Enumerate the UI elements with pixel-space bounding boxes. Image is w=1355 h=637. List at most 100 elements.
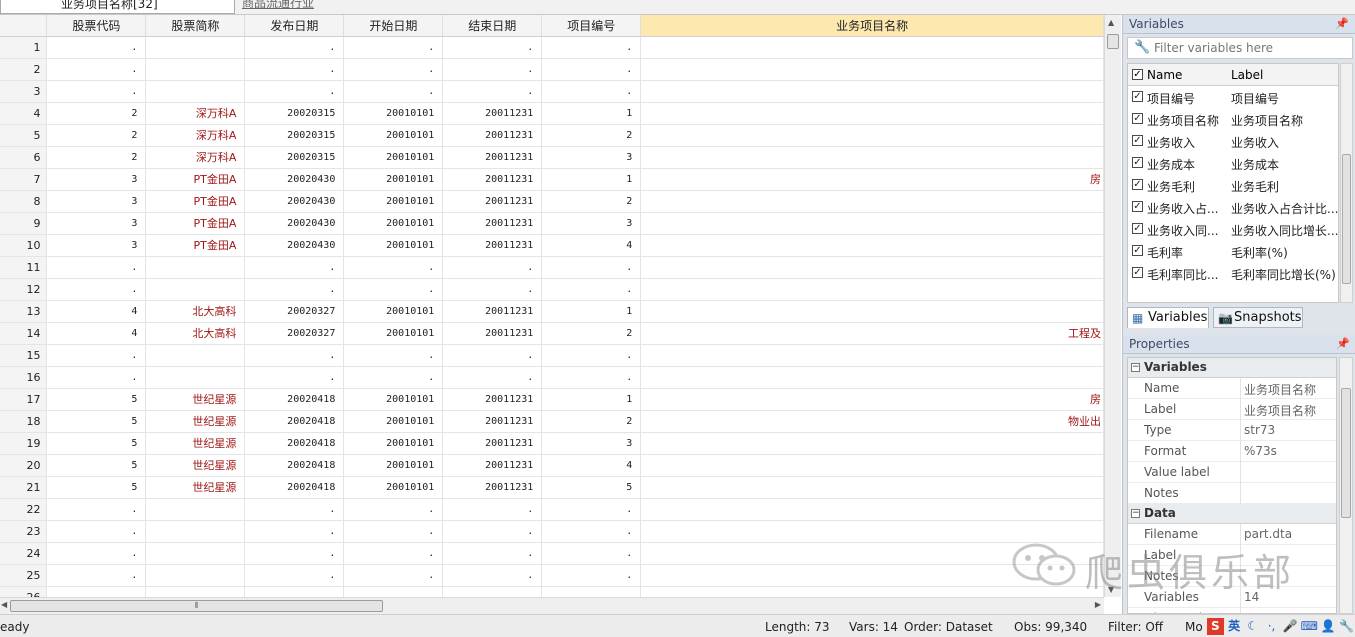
cell-stock-code[interactable]: .: [46, 366, 147, 389]
cell-stock-code[interactable]: 5: [46, 410, 147, 433]
cell-end-date[interactable]: .: [442, 278, 543, 301]
cell-start-date[interactable]: 20010101: [343, 146, 444, 169]
cell-publish-date[interactable]: 20020418: [244, 476, 345, 499]
cell-item-number[interactable]: 5: [541, 476, 642, 499]
cell-business-name[interactable]: [640, 146, 1104, 169]
cell-publish-date[interactable]: 20020430: [244, 190, 345, 213]
variable-row[interactable]: ✓ 项目编号 项目编号: [1128, 86, 1338, 108]
column-header[interactable]: 项目编号: [541, 15, 642, 37]
cell-start-date[interactable]: .: [343, 520, 444, 543]
variable-checkbox[interactable]: ✓: [1132, 179, 1143, 190]
cell-item-number[interactable]: 3: [541, 146, 642, 169]
cell-end-date[interactable]: .: [442, 80, 543, 103]
cell-start-date[interactable]: .: [343, 278, 444, 301]
cell-item-number[interactable]: .: [541, 80, 642, 103]
cell-stock-code[interactable]: .: [46, 344, 147, 367]
cell-item-number[interactable]: 2: [541, 190, 642, 213]
variable-checkbox[interactable]: ✓: [1132, 157, 1143, 168]
cell-publish-date[interactable]: 20020418: [244, 388, 345, 411]
cell-stock-name[interactable]: PT金田A: [145, 190, 246, 213]
cell-start-date[interactable]: 20010101: [343, 102, 444, 125]
cell-end-date[interactable]: .: [442, 498, 543, 521]
cell-item-number[interactable]: .: [541, 564, 642, 587]
cell-item-number[interactable]: .: [541, 278, 642, 301]
table-row[interactable]: 1.....: [0, 36, 1104, 59]
cell-stock-code[interactable]: .: [46, 542, 147, 565]
cell-item-number[interactable]: 1: [541, 388, 642, 411]
table-row[interactable]: 22.....: [0, 498, 1104, 521]
cell-item-number[interactable]: 2: [541, 410, 642, 433]
cell-item-number[interactable]: 1: [541, 102, 642, 125]
cell-business-name[interactable]: [640, 366, 1104, 389]
cell-start-date[interactable]: 20010101: [343, 322, 444, 345]
cell-end-date[interactable]: 20011231: [442, 300, 543, 323]
tab-variables[interactable]: ▦ Variables: [1127, 307, 1209, 328]
tab-snapshots[interactable]: 📷 Snapshots: [1213, 307, 1303, 328]
table-row[interactable]: 15.....: [0, 344, 1104, 367]
cell-start-date[interactable]: 20010101: [343, 300, 444, 323]
cell-business-name[interactable]: 房: [640, 388, 1104, 411]
cell-end-date[interactable]: .: [442, 256, 543, 279]
scroll-thumb[interactable]: ⦀: [10, 600, 383, 612]
cell-stock-code[interactable]: .: [46, 586, 147, 597]
variable-row[interactable]: ✓ 业务成本 业务成本: [1128, 152, 1338, 174]
cell-start-date[interactable]: 20010101: [343, 190, 444, 213]
cell-stock-code[interactable]: .: [46, 520, 147, 543]
cell-stock-name[interactable]: [145, 520, 246, 543]
cell-item-number[interactable]: .: [541, 344, 642, 367]
cell-business-name[interactable]: [640, 124, 1104, 147]
wrench-icon[interactable]: 🔧: [1134, 38, 1150, 58]
cell-item-number[interactable]: 1: [541, 168, 642, 191]
variable-checkbox[interactable]: ✓: [1132, 245, 1143, 256]
cell-start-date[interactable]: .: [343, 344, 444, 367]
cell-stock-name[interactable]: [145, 542, 246, 565]
cell-business-name[interactable]: 物业出: [640, 410, 1104, 433]
cell-stock-code[interactable]: 3: [46, 212, 147, 235]
cell-stock-name[interactable]: [145, 278, 246, 301]
cell-item-number[interactable]: 3: [541, 212, 642, 235]
pin-icon[interactable]: 📌: [1335, 15, 1349, 33]
cell-stock-name[interactable]: [145, 80, 246, 103]
cell-stock-code[interactable]: 2: [46, 124, 147, 147]
cell-stock-code[interactable]: .: [46, 256, 147, 279]
table-row[interactable]: 19 5 世纪星源 20020418 20010101 20011231 3: [0, 432, 1104, 455]
cell-stock-code[interactable]: 5: [46, 388, 147, 411]
cell-start-date[interactable]: .: [343, 256, 444, 279]
cell-stock-code[interactable]: .: [46, 58, 147, 81]
cell-item-number[interactable]: .: [541, 256, 642, 279]
table-row[interactable]: 8 3 PT金田A 20020430 20010101 20011231 2: [0, 190, 1104, 213]
cell-publish-date[interactable]: 20020315: [244, 124, 345, 147]
cell-business-name[interactable]: [640, 58, 1104, 81]
cell-business-name[interactable]: 房: [640, 168, 1104, 191]
variable-row[interactable]: ✓ 业务项目名称 业务项目名称: [1128, 108, 1338, 130]
property-row[interactable]: Type str73: [1128, 420, 1336, 441]
property-row[interactable]: Name 业务项目名称: [1128, 378, 1336, 399]
cell-stock-code[interactable]: .: [46, 80, 147, 103]
cell-end-date[interactable]: .: [442, 36, 543, 59]
scroll-right-arrow-icon[interactable]: ▶: [1095, 600, 1101, 609]
cell-start-date[interactable]: 20010101: [343, 212, 444, 235]
cell-item-number[interactable]: .: [541, 58, 642, 81]
cell-end-date[interactable]: .: [442, 542, 543, 565]
cell-end-date[interactable]: .: [442, 344, 543, 367]
cell-business-name[interactable]: [640, 520, 1104, 543]
cell-start-date[interactable]: 20010101: [343, 454, 444, 477]
cell-item-number[interactable]: .: [541, 366, 642, 389]
cell-end-date[interactable]: .: [442, 564, 543, 587]
cell-publish-date[interactable]: 20020315: [244, 146, 345, 169]
variable-name-box[interactable]: 业务项目名称[32]: [0, 0, 235, 14]
grid-horizontal-scrollbar[interactable]: ◀ ⦀ ▶: [0, 597, 1104, 614]
table-row[interactable]: 25.....: [0, 564, 1104, 587]
cell-business-name[interactable]: [640, 476, 1104, 499]
data-section[interactable]: − Data: [1128, 504, 1336, 524]
cell-item-number[interactable]: .: [541, 542, 642, 565]
cell-stock-code[interactable]: 4: [46, 300, 147, 323]
cell-publish-date[interactable]: 20020315: [244, 102, 345, 125]
cell-stock-code[interactable]: 3: [46, 190, 147, 213]
cell-item-number[interactable]: 1: [541, 300, 642, 323]
cell-publish-date[interactable]: .: [244, 542, 345, 565]
column-header-selected[interactable]: 业务项目名称: [640, 15, 1104, 37]
filter-variables-input[interactable]: 🔧 Filter variables here: [1127, 37, 1353, 59]
cell-item-number[interactable]: 3: [541, 432, 642, 455]
variable-row[interactable]: ✓ 毛利率同比... 毛利率同比增长(%): [1128, 262, 1338, 284]
